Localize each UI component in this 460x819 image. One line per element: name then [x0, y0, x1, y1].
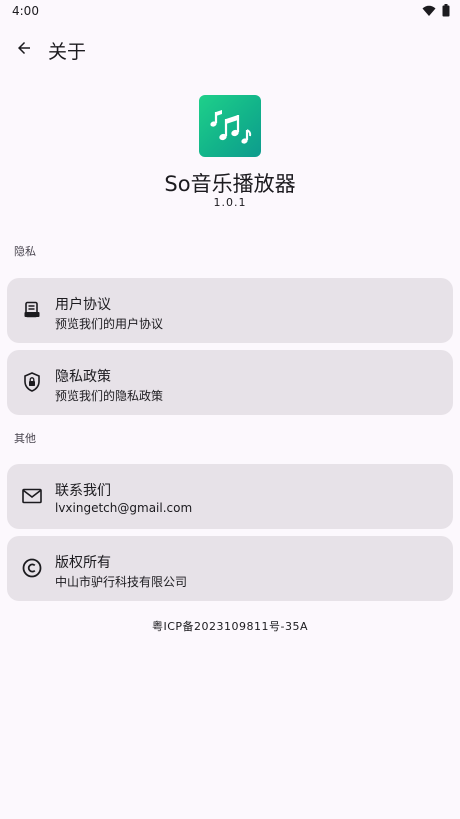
item-subtitle: 中山市驴行科技有限公司 — [55, 575, 188, 589]
item-title: 版权所有 — [55, 555, 111, 571]
status-icons — [422, 4, 450, 17]
shield-lock-icon — [21, 371, 43, 393]
wifi-icon — [422, 5, 436, 16]
battery-icon — [442, 4, 450, 17]
app-logo — [199, 95, 261, 157]
status-time: 4:00 — [12, 4, 39, 18]
back-button[interactable] — [12, 36, 36, 60]
document-icon — [21, 299, 43, 321]
item-subtitle: 预览我们的隐私政策 — [55, 389, 164, 403]
app-version: 1.0.1 — [213, 196, 247, 209]
user-agreement-item[interactable]: 用户协议 预览我们的用户协议 — [7, 278, 453, 343]
privacy-policy-item[interactable]: 隐私政策 预览我们的隐私政策 — [7, 350, 453, 415]
page-title: 关于 — [48, 41, 87, 63]
section-label-other: 其他 — [14, 432, 36, 445]
top-app-bar: 关于 — [0, 30, 460, 66]
item-title: 用户协议 — [55, 297, 111, 313]
app-name: So音乐播放器 — [164, 172, 296, 196]
mail-icon — [21, 485, 43, 507]
contact-us-item[interactable]: 联系我们 lvxingetch@gmail.com — [7, 464, 453, 529]
arrow-back-icon — [18, 42, 30, 54]
music-notes-icon — [210, 110, 252, 144]
item-subtitle: lvxingetch@gmail.com — [55, 501, 193, 515]
status-bar: 4:00 — [0, 0, 460, 22]
copyright-icon — [21, 557, 43, 579]
icp-license-link[interactable]: 粤ICP备2023109811号-35A — [0, 618, 460, 634]
item-subtitle: 预览我们的用户协议 — [55, 317, 164, 331]
section-label-privacy: 隐私 — [14, 245, 36, 258]
item-title: 隐私政策 — [55, 369, 111, 385]
copyright-item[interactable]: 版权所有 中山市驴行科技有限公司 — [7, 536, 453, 601]
item-title: 联系我们 — [55, 483, 111, 499]
